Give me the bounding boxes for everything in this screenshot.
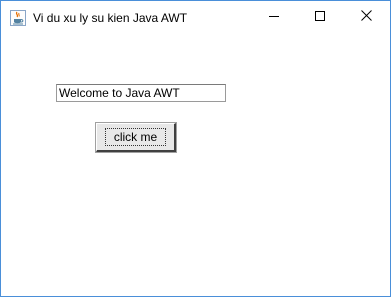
minimize-icon bbox=[269, 8, 279, 26]
maximize-button[interactable] bbox=[297, 1, 343, 33]
app-window: Vi du xu ly su kien Java AWT click me bbox=[0, 0, 391, 297]
close-button[interactable] bbox=[343, 1, 389, 33]
minimize-button[interactable] bbox=[251, 1, 297, 33]
title-bar[interactable]: Vi du xu ly su kien Java AWT bbox=[1, 1, 390, 33]
window-title: Vi du xu ly su kien Java AWT bbox=[33, 11, 188, 25]
close-icon bbox=[360, 8, 372, 26]
maximize-icon bbox=[315, 8, 325, 26]
click-me-button-label: click me bbox=[104, 128, 167, 146]
java-cup-icon bbox=[10, 10, 26, 26]
click-me-button[interactable]: click me bbox=[95, 122, 177, 153]
message-text-field[interactable] bbox=[56, 84, 226, 102]
